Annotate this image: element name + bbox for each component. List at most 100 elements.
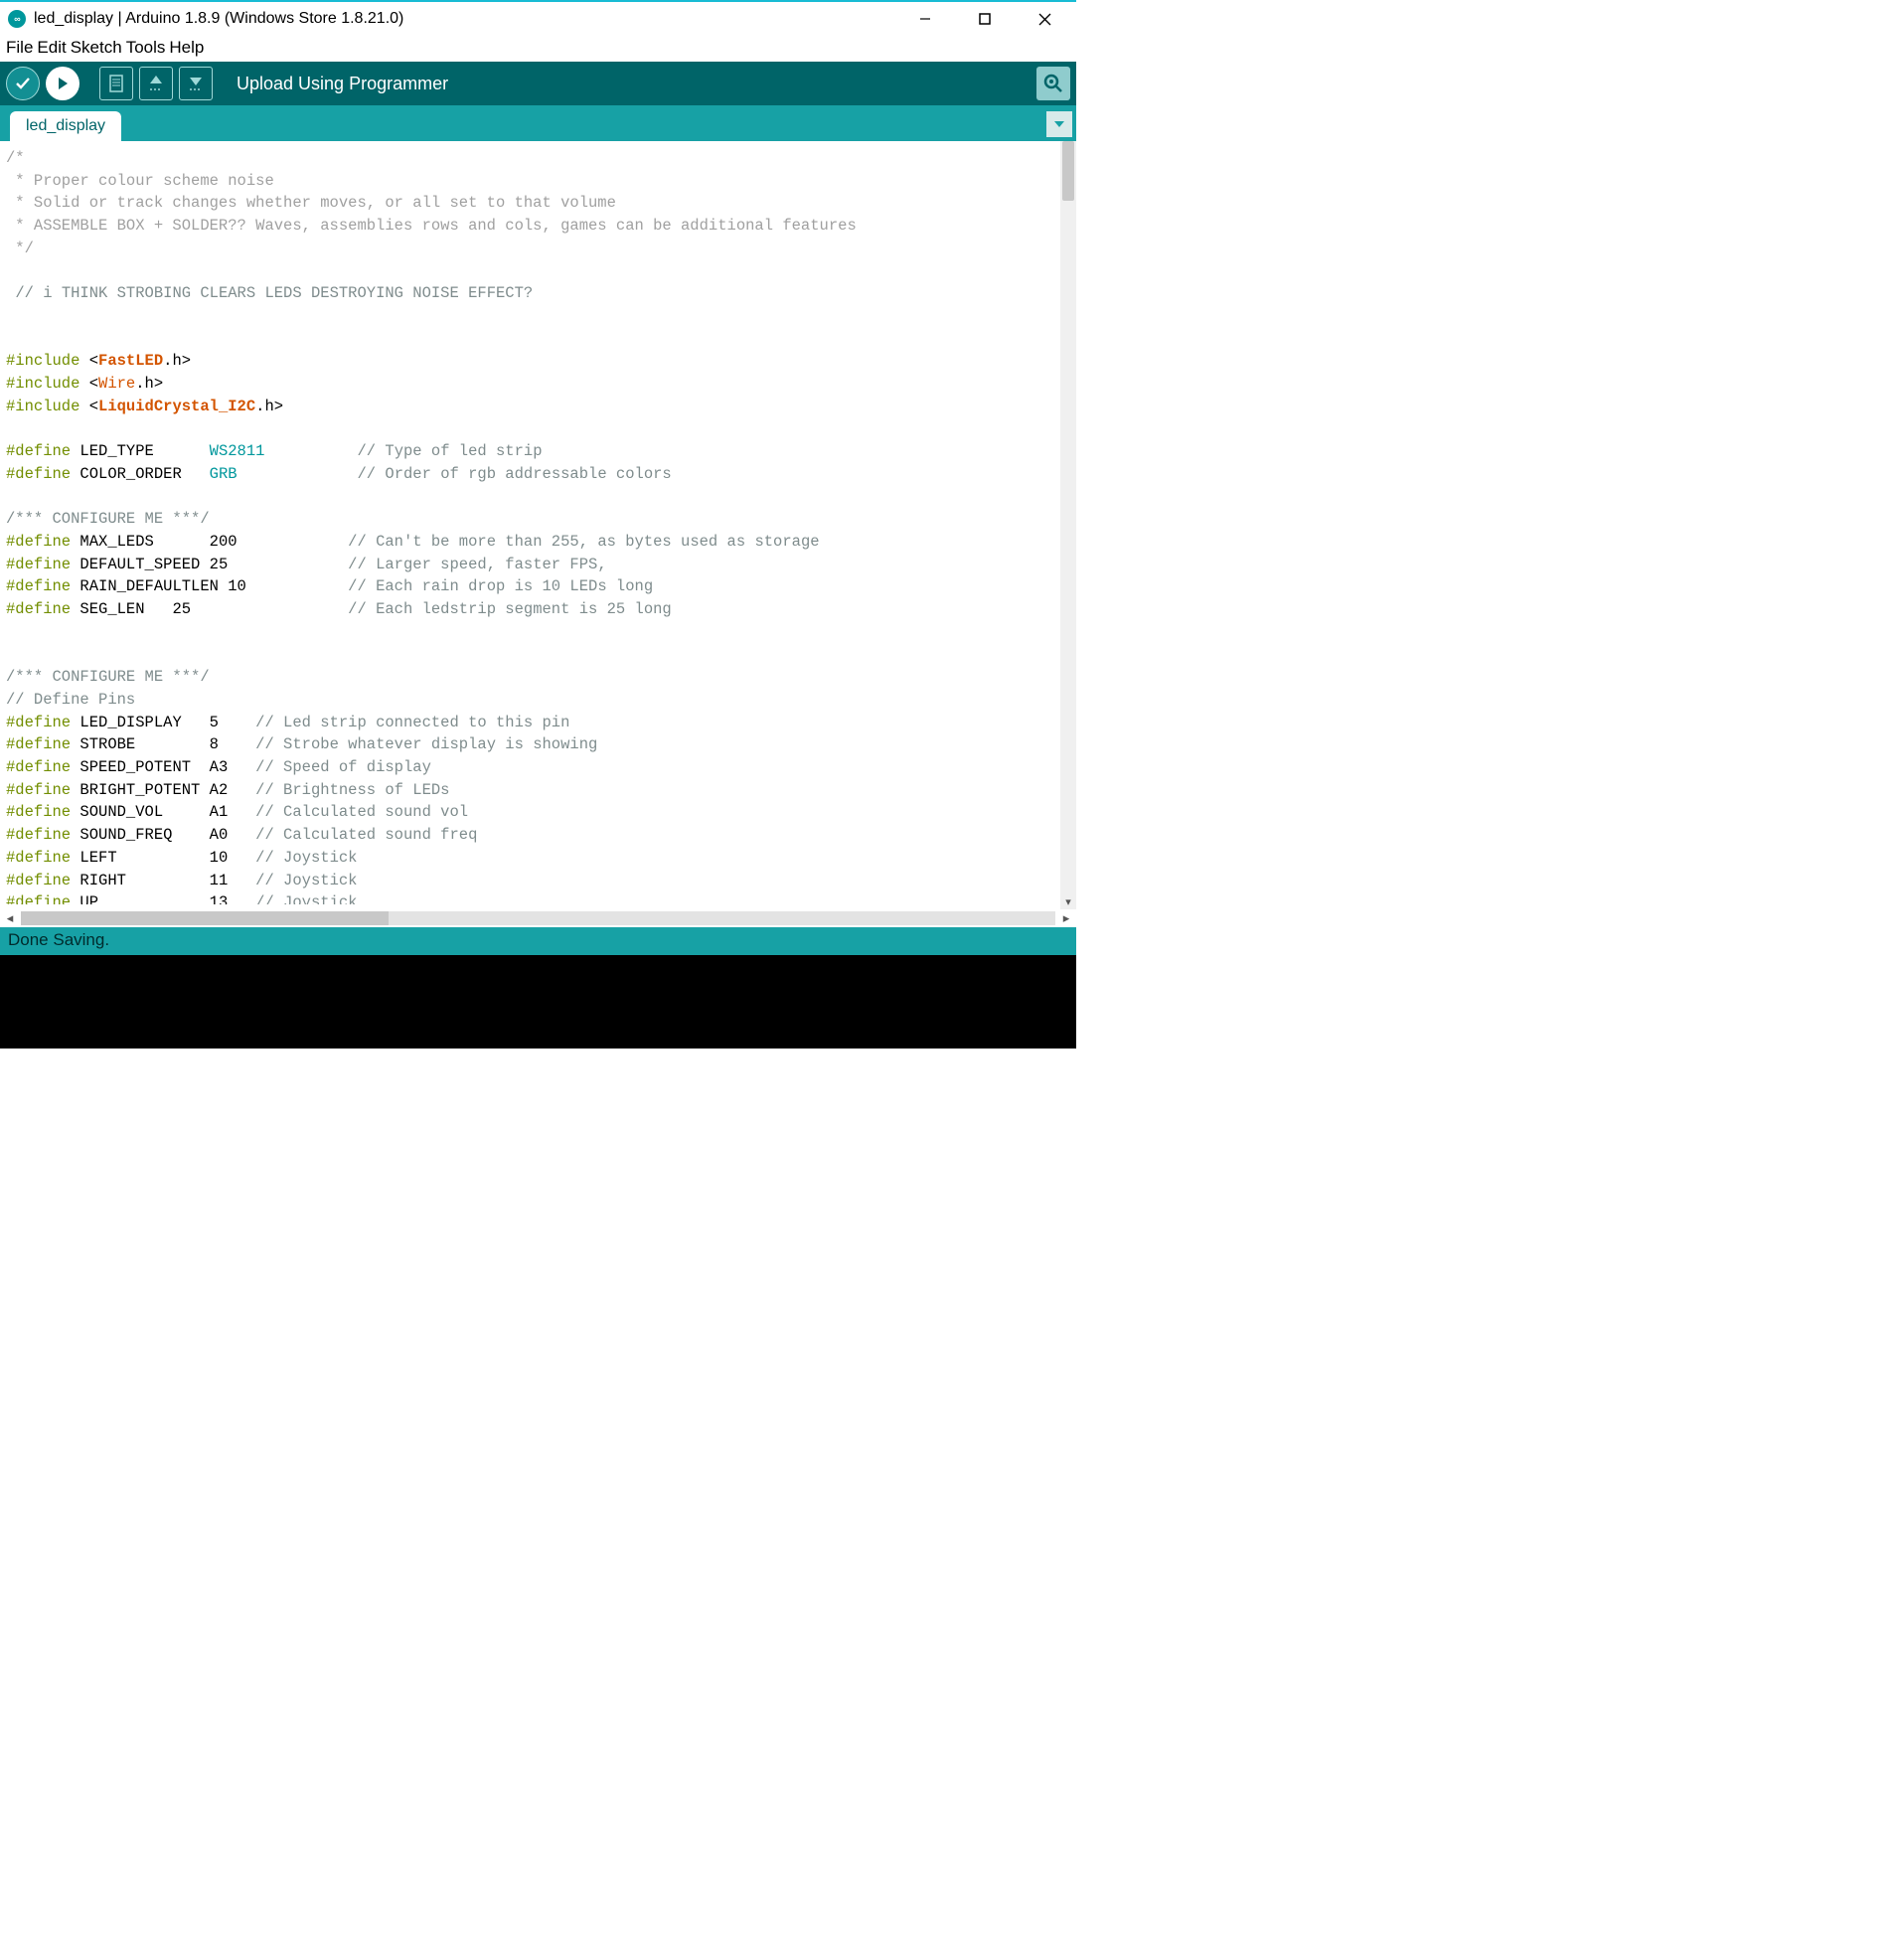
new-button[interactable] xyxy=(99,67,133,100)
code-text: UP 13 xyxy=(71,893,255,904)
verify-button[interactable] xyxy=(6,67,40,100)
code-comment: /*** CONFIGURE ME ***/ xyxy=(6,668,210,686)
minimize-button[interactable] xyxy=(911,5,939,33)
arrow-down-icon xyxy=(186,73,206,94)
console-output[interactable] xyxy=(0,955,1076,1049)
code-text: .h> xyxy=(135,375,163,393)
save-button[interactable] xyxy=(179,67,213,100)
code-editor[interactable]: /* * Proper colour scheme noise * Solid … xyxy=(0,141,1076,904)
code-text: RAIN_DEFAULTLEN 10 xyxy=(71,577,348,595)
code-comment: // Strobe whatever display is showing xyxy=(255,735,597,753)
code-kw: #include xyxy=(6,375,79,393)
code-kw: #define xyxy=(6,758,71,776)
code-kw: #define xyxy=(6,872,71,889)
code-comment: // Each ledstrip segment is 25 long xyxy=(348,600,672,618)
upload-button[interactable] xyxy=(46,67,79,100)
vertical-scrollbar[interactable]: ▴ ▾ xyxy=(1060,141,1076,909)
titlebar: ∞ led_display | Arduino 1.8.9 (Windows S… xyxy=(0,0,1076,36)
code-const: WS2811 xyxy=(210,442,265,460)
code-kw: #define xyxy=(6,600,71,618)
code-kw: #define xyxy=(6,849,71,867)
code-comment: // Define Pins xyxy=(6,691,135,709)
code-comment: // Larger speed, faster FPS, xyxy=(348,556,606,573)
code-kw: #include xyxy=(6,398,79,415)
code-text: RIGHT 11 xyxy=(71,872,255,889)
code-kw: #include xyxy=(6,352,79,370)
code-text: LEFT 10 xyxy=(71,849,255,867)
hscroll-thumb[interactable] xyxy=(21,911,389,925)
arduino-icon: ∞ xyxy=(8,10,26,28)
editor-area: /* * Proper colour scheme noise * Solid … xyxy=(0,141,1076,909)
code-comment: // Can't be more than 255, as bytes used… xyxy=(348,533,819,551)
code-lib: LiquidCrystal_I2C xyxy=(98,398,255,415)
code-kw: #define xyxy=(6,781,71,799)
code-text: SPEED_POTENT A3 xyxy=(71,758,255,776)
magnifier-icon xyxy=(1042,73,1064,94)
code-text: LED_DISPLAY 5 xyxy=(71,714,255,731)
scroll-down-icon[interactable]: ▾ xyxy=(1060,893,1076,909)
menu-help[interactable]: Help xyxy=(169,38,204,60)
code-text: MAX_LEDS 200 xyxy=(71,533,348,551)
code-text: < xyxy=(79,375,98,393)
window-controls xyxy=(911,5,1058,33)
code-text: .h> xyxy=(255,398,283,415)
scroll-right-icon[interactable]: ▸ xyxy=(1056,910,1076,926)
code-text: .h> xyxy=(163,352,191,370)
code-comment: /*** CONFIGURE ME ***/ xyxy=(6,510,210,528)
code-comment: // Led strip connected to this pin xyxy=(255,714,569,731)
code-text: STROBE 8 xyxy=(71,735,255,753)
arrow-up-icon xyxy=(146,73,166,94)
code-line: * Solid or track changes whether moves, … xyxy=(6,194,616,212)
code-comment: // Speed of display xyxy=(255,758,431,776)
close-icon xyxy=(1038,13,1051,26)
vscroll-thumb[interactable] xyxy=(1062,141,1074,201)
chevron-down-icon xyxy=(1053,118,1065,130)
serial-monitor-button[interactable] xyxy=(1036,67,1070,100)
code-text: < xyxy=(79,398,98,415)
code-text: SOUND_VOL A1 xyxy=(71,803,255,821)
minimize-icon xyxy=(919,13,931,25)
code-text: LED_TYPE xyxy=(71,442,210,460)
code-text: BRIGHT_POTENT A2 xyxy=(71,781,255,799)
code-comment: // Calculated sound vol xyxy=(255,803,468,821)
menu-sketch[interactable]: Sketch xyxy=(71,38,122,60)
toolbar-tooltip: Upload Using Programmer xyxy=(237,74,448,94)
code-line: * ASSEMBLE BOX + SOLDER?? Waves, assembl… xyxy=(6,217,857,235)
maximize-icon xyxy=(979,13,991,25)
code-text: COLOR_ORDER xyxy=(71,465,210,483)
code-comment: // Joystick xyxy=(255,872,357,889)
open-button[interactable] xyxy=(139,67,173,100)
hscroll-track[interactable] xyxy=(21,911,1055,925)
code-comment: // Calculated sound freq xyxy=(255,826,477,844)
code-line: /* xyxy=(6,149,25,167)
code-kw: #define xyxy=(6,442,71,460)
menu-file[interactable]: File xyxy=(6,38,33,60)
arrow-right-icon xyxy=(54,75,72,92)
maximize-button[interactable] xyxy=(971,5,999,33)
code-text: SOUND_FREQ A0 xyxy=(71,826,255,844)
code-lib: FastLED xyxy=(98,352,163,370)
code-line: * Proper colour scheme noise xyxy=(6,172,274,190)
toolbar: Upload Using Programmer xyxy=(0,62,1076,105)
code-lib: Wire xyxy=(98,375,135,393)
code-comment: // Joystick xyxy=(255,893,357,904)
scroll-left-icon[interactable]: ◂ xyxy=(0,910,20,926)
code-kw: #define xyxy=(6,803,71,821)
menu-edit[interactable]: Edit xyxy=(37,38,66,60)
code-kw: #define xyxy=(6,735,71,753)
new-file-icon xyxy=(106,73,126,94)
code-line: // i THINK STROBING CLEARS LEDS DESTROYI… xyxy=(15,284,542,302)
menu-tools[interactable]: Tools xyxy=(126,38,166,60)
horizontal-scrollbar[interactable]: ◂ ▸ xyxy=(0,909,1076,927)
code-kw: #define xyxy=(6,533,71,551)
code-text: DEFAULT_SPEED 25 xyxy=(71,556,348,573)
code-text: SEG_LEN 25 xyxy=(71,600,348,618)
code-line: */ xyxy=(6,240,34,257)
tab-led-display[interactable]: led_display xyxy=(10,111,121,141)
code-kw: #define xyxy=(6,556,71,573)
status-bar: Done Saving. xyxy=(0,927,1076,955)
code-kw: #define xyxy=(6,893,71,904)
close-button[interactable] xyxy=(1031,5,1058,33)
code-kw: #define xyxy=(6,577,71,595)
tab-menu-button[interactable] xyxy=(1046,111,1072,137)
